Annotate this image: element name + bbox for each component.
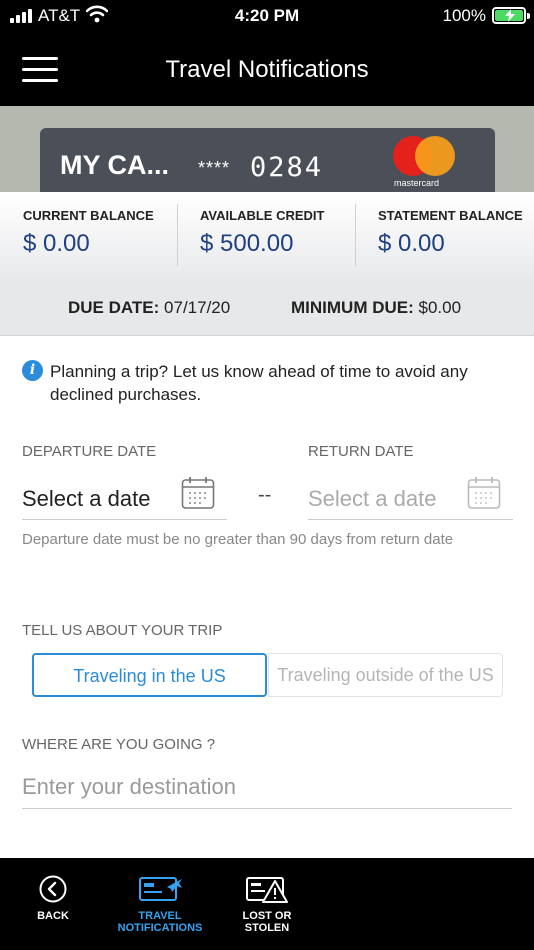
trip-section-label: TELL US ABOUT YOUR TRIP xyxy=(22,622,223,639)
statement-balance: STATEMENT BALANCE $ 0.00 xyxy=(356,192,534,268)
tab-lost-or-stolen[interactable]: LOST OR STOLEN xyxy=(231,858,303,950)
traveling-in-us-option[interactable]: Traveling in the US xyxy=(32,653,267,697)
current-balance-value: $ 0.00 xyxy=(23,230,90,257)
return-date-label: RETURN DATE xyxy=(308,443,414,460)
bottom-tab-bar: BACK TRAVEL NOTIFICATIONS LOST OR STOLEN xyxy=(0,858,534,950)
minimum-due-label: MINIMUM DUE: xyxy=(291,298,414,317)
info-icon: i xyxy=(22,360,43,381)
mastercard-logo: mastercard xyxy=(390,136,460,188)
page-title: Travel Notifications xyxy=(165,56,369,83)
battery-charging-icon xyxy=(492,7,530,24)
minimum-due: MINIMUM DUE: $0.00 xyxy=(291,298,461,318)
card-number-mask: **** xyxy=(198,158,231,178)
tab-lost-label-line2: STOLEN xyxy=(244,922,290,934)
tab-back[interactable]: BACK xyxy=(18,858,88,950)
departure-date-value: Select a date xyxy=(22,486,151,511)
available-credit-value: $ 500.00 xyxy=(200,230,294,257)
card-name: MY CA... xyxy=(60,150,170,180)
lost-card-alert-icon xyxy=(246,877,288,903)
date-separator: -- xyxy=(258,484,272,506)
return-date-value: Select a date xyxy=(308,486,437,511)
tab-travel-label-line1: TRAVEL xyxy=(138,910,182,922)
statement-balance-label: STATEMENT BALANCE xyxy=(378,208,523,223)
tab-travel-notifications[interactable]: TRAVEL NOTIFICATIONS xyxy=(110,858,210,950)
departure-date-field[interactable]: Select a date xyxy=(22,477,227,520)
current-balance: CURRENT BALANCE $ 0.00 xyxy=(0,192,177,268)
calendar-icon[interactable] xyxy=(181,476,215,510)
statement-balance-value: $ 0.00 xyxy=(378,230,445,257)
due-summary: DUE DATE: 07/17/20 MINIMUM DUE: $0.00 xyxy=(0,278,534,336)
due-date: DUE DATE: 07/17/20 xyxy=(68,298,230,318)
card-last-four: 0284 xyxy=(250,152,324,183)
available-credit: AVAILABLE CREDIT $ 500.00 xyxy=(178,192,355,268)
destination-label: WHERE ARE YOU GOING ? xyxy=(22,736,216,753)
balance-summary: CURRENT BALANCE $ 0.00 AVAILABLE CREDIT … xyxy=(0,192,534,278)
app-header: Travel Notifications xyxy=(0,32,534,106)
available-credit-label: AVAILABLE CREDIT xyxy=(200,208,325,223)
status-bar: AT&T 4:20 PM 100% xyxy=(0,0,534,32)
tab-travel-label-line2: NOTIFICATIONS xyxy=(117,922,203,934)
battery-percent: 100% xyxy=(442,6,486,25)
calendar-icon[interactable] xyxy=(467,476,501,510)
due-date-value: 07/17/20 xyxy=(164,298,231,317)
current-balance-label: CURRENT BALANCE xyxy=(23,208,154,223)
traveling-outside-us-option[interactable]: Traveling outside of the US xyxy=(268,653,503,697)
tab-back-label: BACK xyxy=(37,910,69,922)
travel-card-icon xyxy=(139,877,182,901)
due-date-label: DUE DATE: xyxy=(68,298,160,317)
departure-date-label: DEPARTURE DATE xyxy=(22,443,157,460)
tab-lost-label-line1: LOST OR xyxy=(242,910,292,922)
credit-card[interactable]: MY CA... **** 0284 mastercard xyxy=(40,128,495,192)
date-hint: Departure date must be no greater than 9… xyxy=(22,531,454,548)
minimum-due-value: $0.00 xyxy=(418,298,462,317)
back-icon xyxy=(39,875,67,903)
return-date-field[interactable]: Select a date xyxy=(308,477,513,520)
info-text: Planning a trip? Let us know ahead of ti… xyxy=(50,362,468,404)
card-network-label: mastercard xyxy=(394,178,440,188)
card-banner: MY CA... **** 0284 mastercard xyxy=(0,106,534,192)
destination-input[interactable] xyxy=(22,765,512,809)
